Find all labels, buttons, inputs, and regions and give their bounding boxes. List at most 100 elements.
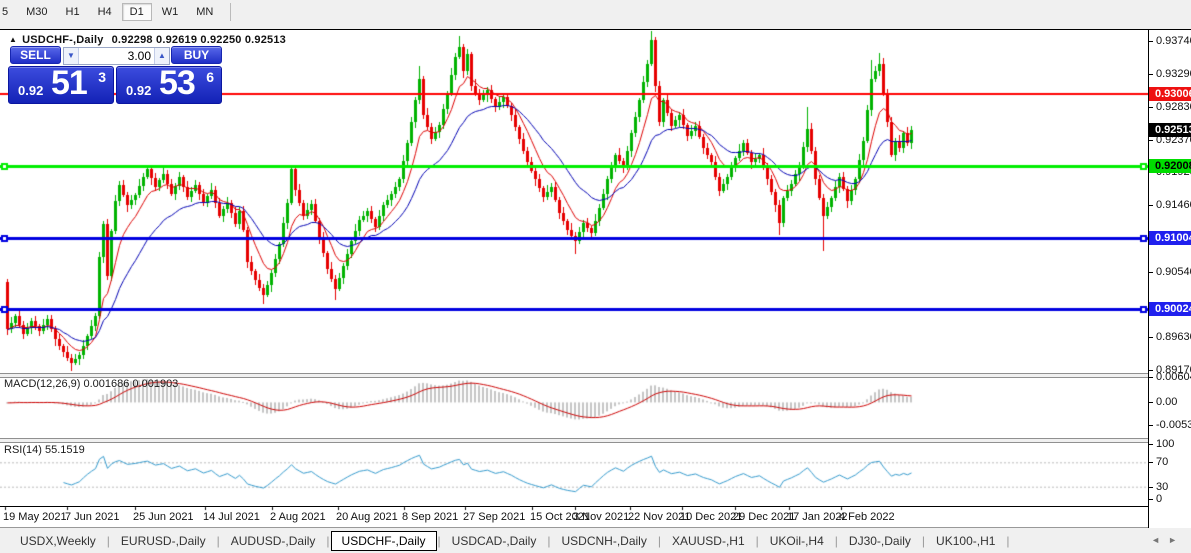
price-badge-0.91004: 0.91004 <box>1149 231 1191 245</box>
tab-separator: | <box>755 533 759 548</box>
tab-separator: | <box>216 533 220 548</box>
axis-tick-mark <box>1149 74 1153 75</box>
rsi-axis-label: 30 <box>1156 481 1169 493</box>
rsi-axis-label: 0 <box>1156 493 1163 505</box>
macd-axis-label: -0.005383 <box>1156 419 1191 431</box>
volume-input[interactable] <box>79 48 154 64</box>
ask-price-big: 53 <box>159 64 196 102</box>
axis-tick-mark <box>1149 41 1153 42</box>
sell-button[interactable]: SELL <box>10 46 61 64</box>
axis-tick-mark <box>1149 272 1153 273</box>
price-tick-label: 0.93290 <box>1156 68 1191 80</box>
tab-separator: | <box>657 533 661 548</box>
macd-name: MACD(12,26,9) <box>4 378 81 390</box>
axis-tick-mark <box>1149 402 1153 403</box>
buy-button[interactable]: BUY <box>171 46 222 64</box>
volume-stepper: ▼ ▲ <box>63 47 170 65</box>
price-axis[interactable]: 0.937400.932900.928300.923700.919200.914… <box>1148 30 1191 528</box>
axis-tick-mark <box>1149 370 1153 371</box>
date-tick-label: 8 Sep 2021 <box>402 511 459 523</box>
buy-price-panel[interactable]: 0.92 53 6 <box>116 64 222 104</box>
pane-separator-macd[interactable] <box>0 373 1191 378</box>
rsi-value: 55.1519 <box>44 444 85 456</box>
tab-separator: | <box>547 533 551 548</box>
pane-separator-rsi[interactable] <box>0 438 1191 443</box>
axis-tick-mark <box>1149 487 1153 488</box>
tab-separator: | <box>834 533 838 548</box>
sell-price-panel[interactable]: 0.92 51 3 <box>8 64 114 104</box>
chart-window: ▲ USDCHF-,Daily 0.92298 0.92619 0.92250 0.… <box>0 29 1191 528</box>
chart-tab-usdchf-daily[interactable]: USDCHF-,Daily <box>330 530 437 551</box>
chart-tabs: USDX,Weekly | EURUSD-,Daily | AUDUSD-,Daily |… <box>0 528 1011 553</box>
tab-separator: | <box>1006 533 1010 548</box>
volume-decrease-button[interactable]: ▼ <box>64 48 79 64</box>
chart-tab-ukoil-h4[interactable]: UKOil-,H4 <box>760 531 834 551</box>
price-tick-label: 0.89630 <box>1156 331 1191 343</box>
rsi-label: RSI(14) 55.1519 <box>4 444 85 456</box>
macd-values: 0.001686 0.001903 <box>83 378 179 390</box>
timeframe-button-H4[interactable]: H4 <box>90 3 120 21</box>
timeframe-button-5[interactable]: 5 <box>0 3 16 21</box>
timeframe-toolbar: 5 M30 H1 H4 D1 W1 MN <box>0 0 1191 29</box>
caret-down-icon: ▼ <box>67 51 75 60</box>
axis-tick-mark <box>1149 377 1153 378</box>
date-tick-label: 3 Nov 2021 <box>573 511 630 523</box>
tab-scroll-arrows: ◄► <box>1151 535 1185 545</box>
price-badge-0.93006: 0.93006 <box>1149 87 1191 101</box>
collapse-triangle-icon[interactable]: ▲ <box>9 35 17 44</box>
tab-separator: | <box>106 533 110 548</box>
macd-axis-label: 0.00 <box>1156 396 1178 408</box>
timeframe-buttons: 5 M30 H1 H4 D1 W1 MN <box>0 2 232 22</box>
mt4-window: 5 M30 H1 H4 D1 W1 MN ▲ USDCHF-,Daily 0.92298 0.9… <box>0 0 1191 553</box>
axis-tick-mark <box>1149 462 1153 463</box>
chart-tab-uk100-h1[interactable]: UK100-,H1 <box>926 531 1005 551</box>
axis-tick-mark <box>1149 205 1153 206</box>
date-tick-label: 27 Sep 2021 <box>463 511 526 523</box>
axis-tick-mark <box>1149 499 1153 500</box>
price-tick-label: 0.93740 <box>1156 35 1191 47</box>
date-tick-label: 20 Aug 2021 <box>336 511 398 523</box>
date-tick-label: 2 Aug 2021 <box>270 511 326 523</box>
rsi-axis-label: 100 <box>1156 438 1175 450</box>
chart-tab-usdcad-daily[interactable]: USDCAD-,Daily <box>442 531 547 551</box>
chart-tab-usdcnh-daily[interactable]: USDCNH-,Daily <box>551 531 656 551</box>
price-tick-label: 0.92830 <box>1156 101 1191 113</box>
volume-increase-button[interactable]: ▲ <box>154 48 169 64</box>
ask-price-prefix: 0.92 <box>126 83 152 98</box>
date-tick-label: 19 May 2021 <box>3 511 67 523</box>
chart-tab-xauusd-h1[interactable]: XAUUSD-,H1 <box>662 531 755 551</box>
ask-price-sup: 6 <box>206 69 214 85</box>
axis-tick-mark <box>1149 107 1153 108</box>
axis-tick-mark <box>1149 444 1153 445</box>
rsi-name: RSI(14) <box>4 444 42 456</box>
tab-scroll-right-icon[interactable]: ► <box>1168 535 1185 545</box>
timeframe-button-D1[interactable]: D1 <box>121 3 152 21</box>
timeframe-button-H1[interactable]: H1 <box>58 3 88 21</box>
timeframe-button-W1[interactable]: W1 <box>154 3 187 21</box>
chart-tab-bar: USDX,Weekly | EURUSD-,Daily | AUDUSD-,Daily |… <box>0 527 1191 553</box>
chart-tab-dj30-daily[interactable]: DJ30-,Daily <box>839 531 921 551</box>
axis-tick-mark <box>1149 337 1153 338</box>
date-tick-label: 7 Jun 2021 <box>65 511 120 523</box>
timeframe-button-M30[interactable]: M30 <box>18 3 55 21</box>
date-tick-label: 4 Feb 2022 <box>839 511 895 523</box>
bid-price-prefix: 0.92 <box>18 83 44 98</box>
chart-tab-usdx-weekly[interactable]: USDX,Weekly <box>10 531 106 551</box>
price-tick-label: 0.90540 <box>1156 266 1191 278</box>
bid-price-sup: 3 <box>98 69 106 85</box>
date-tick-label: 25 Jun 2021 <box>133 511 194 523</box>
toolbar-separator <box>230 3 232 21</box>
chart-tab-eurusd-daily[interactable]: EURUSD-,Daily <box>111 531 216 551</box>
timeframe-button-MN[interactable]: MN <box>188 3 221 21</box>
price-tick-label: 0.91460 <box>1156 199 1191 211</box>
price-badge-0.92008: 0.92008 <box>1149 159 1191 173</box>
macd-label: MACD(12,26,9) 0.001686 0.001903 <box>4 378 178 390</box>
chart-tab-audusd-daily[interactable]: AUDUSD-,Daily <box>221 531 326 551</box>
rsi-axis-label: 70 <box>1156 456 1169 468</box>
tab-scroll-left-icon[interactable]: ◄ <box>1151 535 1168 545</box>
price-badge-0.90024: 0.90024 <box>1149 302 1191 316</box>
price-badge-0.92513: 0.92513 <box>1149 123 1191 137</box>
axis-tick-mark <box>1149 140 1153 141</box>
axis-tick-mark <box>1149 425 1153 426</box>
tab-separator: | <box>437 533 441 548</box>
